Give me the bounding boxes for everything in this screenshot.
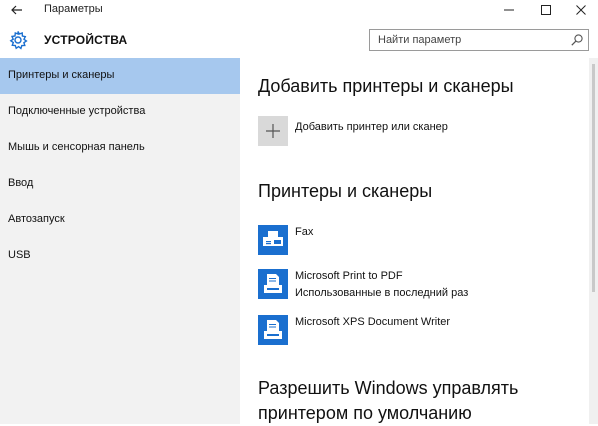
sidebar-item-label: Автозапуск bbox=[8, 213, 65, 225]
search-icon[interactable] bbox=[570, 33, 584, 47]
printers-heading: Принтеры и сканеры bbox=[258, 181, 433, 201]
sidebar-item-printers-scanners[interactable]: Принтеры и сканеры bbox=[0, 58, 240, 94]
sidebar-item-label: Принтеры и сканеры bbox=[8, 69, 115, 81]
close-icon bbox=[576, 5, 586, 15]
sidebar-item-autoplay[interactable]: Автозапуск bbox=[0, 202, 240, 238]
sidebar-item-usb[interactable]: USB bbox=[0, 238, 240, 274]
plus-icon bbox=[266, 124, 280, 138]
sidebar-item-label: Подключенные устройства bbox=[8, 105, 146, 117]
title-bar: Параметры bbox=[0, 0, 598, 20]
default-printer-heading-line2: принтером по умолчанию bbox=[258, 403, 472, 423]
sidebar-item-label: USB bbox=[8, 249, 31, 261]
printer-name[interactable]: Fax bbox=[295, 226, 313, 238]
maximize-icon bbox=[541, 5, 551, 15]
printer-icon bbox=[264, 274, 282, 293]
app-title: Параметры bbox=[44, 3, 103, 15]
search-placeholder: Найти параметр bbox=[378, 34, 462, 46]
default-printer-heading: Разрешить Windows управлять принтером по… bbox=[258, 376, 588, 426]
minimize-icon bbox=[504, 9, 514, 11]
page-title: УСТРОЙСТВА bbox=[44, 33, 128, 47]
add-printer-button[interactable] bbox=[258, 116, 288, 146]
printer-item-fax[interactable] bbox=[258, 225, 288, 255]
printer-item-print-to-pdf[interactable] bbox=[258, 269, 288, 299]
sidebar-item-typing[interactable]: Ввод bbox=[0, 166, 240, 202]
vertical-scrollbar[interactable] bbox=[589, 58, 598, 424]
back-arrow-icon bbox=[11, 5, 22, 15]
default-printer-heading-line1: Разрешить Windows управлять bbox=[258, 378, 519, 398]
maximize-button[interactable] bbox=[529, 0, 563, 20]
minimize-button[interactable] bbox=[492, 0, 526, 20]
add-printers-heading: Добавить принтеры и сканеры bbox=[258, 76, 514, 96]
close-button[interactable] bbox=[564, 0, 598, 20]
sidebar: Принтеры и сканеры Подключенные устройст… bbox=[0, 58, 240, 424]
sidebar-item-label: Мышь и сенсорная панель bbox=[8, 141, 145, 153]
sidebar-item-mouse-touchpad[interactable]: Мышь и сенсорная панель bbox=[0, 130, 240, 166]
sidebar-item-label: Ввод bbox=[8, 177, 34, 189]
sidebar-item-connected-devices[interactable]: Подключенные устройства bbox=[0, 94, 240, 130]
printer-icon bbox=[264, 320, 282, 339]
search-input[interactable]: Найти параметр bbox=[369, 29, 589, 51]
printer-name[interactable]: Microsoft XPS Document Writer bbox=[295, 316, 450, 328]
add-printer-label[interactable]: Добавить принтер или сканер bbox=[295, 121, 448, 133]
main-content bbox=[240, 58, 589, 424]
gear-icon bbox=[9, 31, 28, 50]
scrollbar-thumb[interactable] bbox=[592, 64, 595, 292]
back-button[interactable] bbox=[0, 0, 34, 20]
printer-name[interactable]: Microsoft Print to PDF bbox=[295, 270, 403, 282]
fax-printer-icon bbox=[263, 231, 283, 246]
printer-status: Использованные в последний раз bbox=[295, 287, 469, 299]
printer-item-xps-writer[interactable] bbox=[258, 315, 288, 345]
